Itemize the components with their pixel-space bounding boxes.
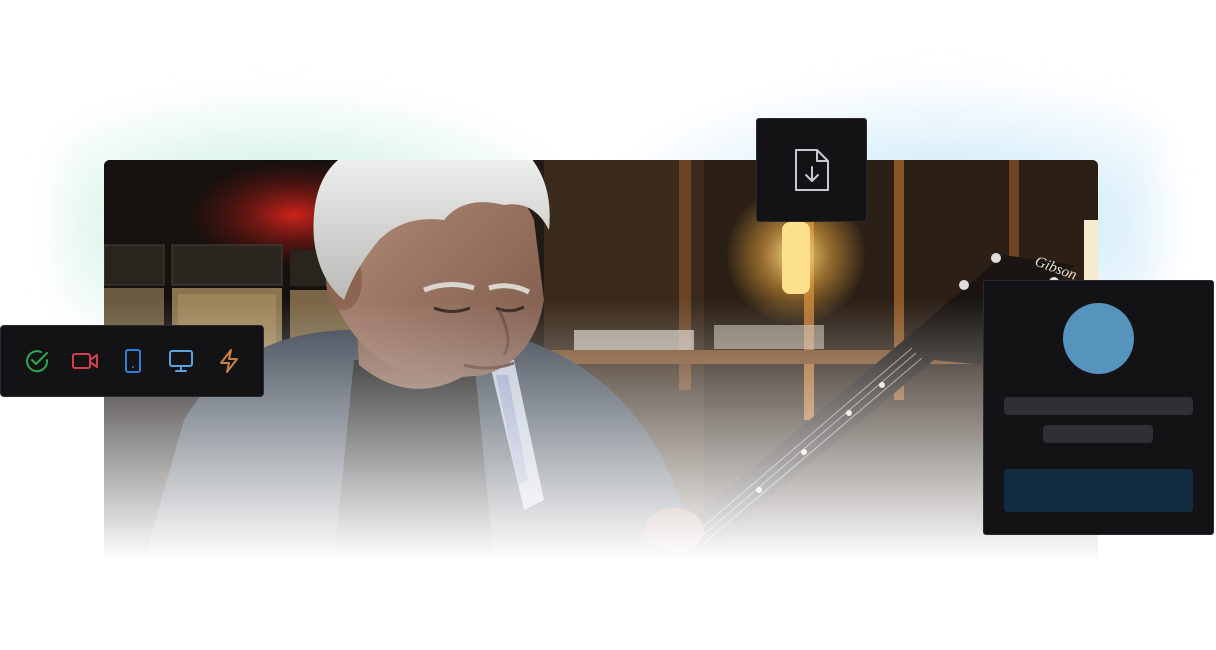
file-download-icon [794, 149, 829, 191]
tablet-button[interactable] [117, 345, 149, 377]
bolt-button[interactable] [213, 345, 245, 377]
lightning-bolt-icon [220, 349, 238, 373]
profile-card [983, 280, 1214, 535]
profile-action-button[interactable] [1004, 469, 1193, 512]
monitor-button[interactable] [165, 345, 197, 377]
tablet-icon [125, 349, 141, 373]
name-placeholder [1004, 397, 1193, 415]
monitor-icon [169, 350, 193, 372]
stage: Gibson [0, 0, 1216, 650]
check-button[interactable] [21, 345, 53, 377]
download-file-button[interactable] [756, 118, 867, 222]
video-button[interactable] [69, 345, 101, 377]
subtitle-placeholder [1043, 425, 1153, 443]
video-camera-icon [72, 353, 98, 369]
check-circle-icon [26, 350, 49, 373]
icon-toolbar [0, 325, 264, 397]
avatar [1063, 303, 1134, 374]
